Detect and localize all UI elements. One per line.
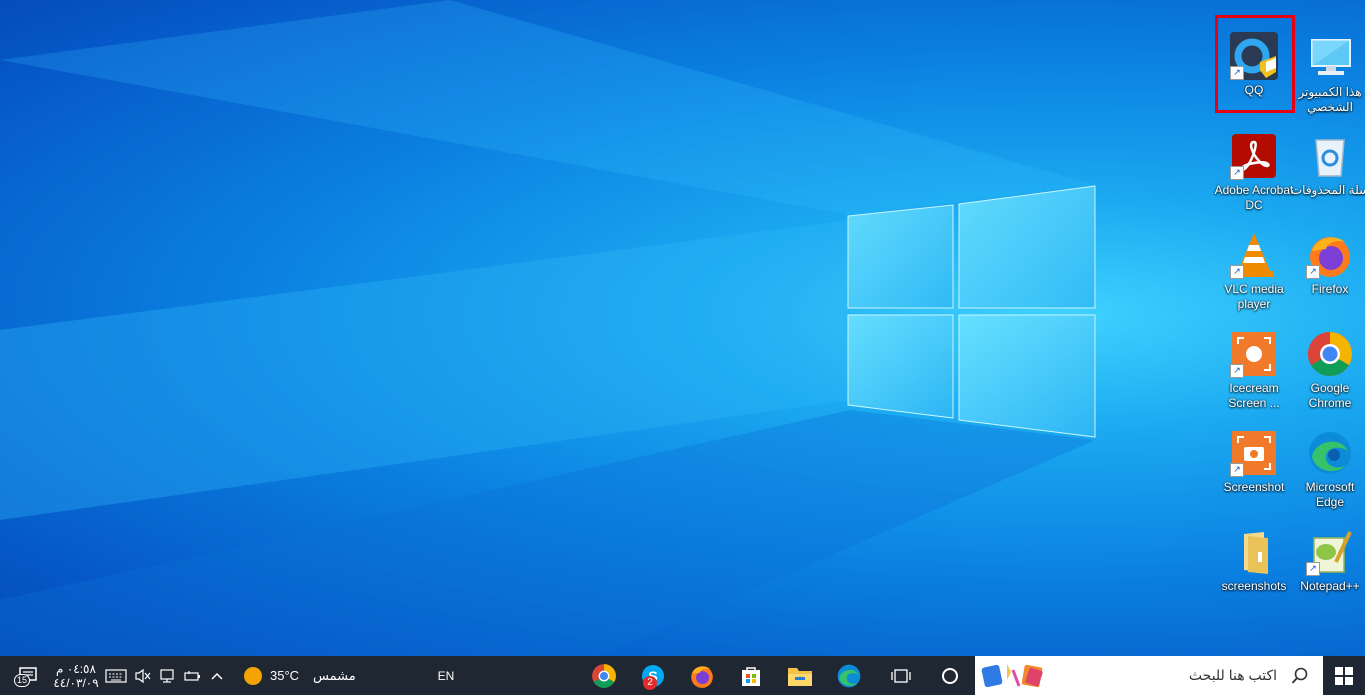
desktop-icon-screenshots-folder[interactable]: screenshots bbox=[1218, 526, 1290, 616]
desktop-icon-label: screenshots bbox=[1221, 579, 1287, 593]
search-placeholder: اكتب هنا للبحث bbox=[1188, 667, 1277, 683]
desktop-icon-google-chrome[interactable]: Google Chrome bbox=[1294, 328, 1365, 418]
shortcut-arrow-icon: ↗ bbox=[1230, 166, 1244, 180]
power-icon bbox=[184, 670, 200, 681]
shortcut-arrow-icon: ↗ bbox=[1230, 265, 1244, 279]
skype-badge: 2 bbox=[643, 676, 657, 690]
search-box[interactable]: اكتب هنا للبحث bbox=[975, 656, 1323, 695]
desktop-icon-label: Google Chrome bbox=[1308, 381, 1352, 410]
shortcut-arrow-icon: ↗ bbox=[1306, 265, 1320, 279]
show-hidden-icons-button[interactable] bbox=[206, 656, 228, 695]
notification-count: 15 bbox=[14, 674, 31, 687]
cortana-circle-icon bbox=[942, 667, 958, 684]
desktop-icon-label: Microsoft Edge bbox=[1305, 480, 1355, 509]
chrome-icon bbox=[592, 663, 616, 688]
clock[interactable]: ٠٤:٥٨ م ٤٤/٠٣/٠٩ bbox=[48, 656, 104, 695]
chrome-icon bbox=[1306, 330, 1354, 378]
network-button[interactable] bbox=[157, 656, 179, 695]
volume-button[interactable] bbox=[132, 656, 154, 695]
vlc-cone-icon: ↗ bbox=[1230, 231, 1278, 279]
desktop-icon-label: Screenshot bbox=[1223, 480, 1285, 494]
windows-logo-icon bbox=[1335, 666, 1353, 685]
desktop-icon-label: Firefox bbox=[1311, 282, 1349, 296]
chevron-up-icon bbox=[211, 672, 223, 680]
search-highlight-illustration-icon bbox=[981, 664, 1043, 688]
input-language-button[interactable]: EN bbox=[432, 656, 460, 695]
firefox-icon: ↗ bbox=[1306, 231, 1354, 279]
taskbar: 15 ٠٤:٥٨ م ٤٤/٠٣/٠٩ 35°C مشمس EN S 2 اكت… bbox=[0, 656, 1365, 695]
icecream-recorder-icon: ↗ bbox=[1230, 330, 1278, 378]
notepad-plus-plus-icon: ↗ bbox=[1306, 528, 1354, 576]
desktop-icon-label: Adobe Acrobat DC bbox=[1214, 183, 1294, 212]
taskbar-edge[interactable] bbox=[825, 656, 873, 695]
taskbar-skype[interactable]: S 2 bbox=[629, 656, 677, 695]
taskbar-firefox[interactable] bbox=[678, 656, 726, 695]
taskbar-file-explorer[interactable] bbox=[776, 656, 824, 695]
sun-icon bbox=[244, 666, 262, 685]
firefox-icon bbox=[691, 665, 713, 688]
computer-icon bbox=[1306, 34, 1354, 82]
recycle-bin-icon bbox=[1306, 132, 1354, 180]
network-icon bbox=[160, 668, 174, 683]
windows-logo-wallpaper bbox=[0, 0, 1096, 656]
desktop-icon-screenshot[interactable]: ↗ Screenshot bbox=[1218, 427, 1290, 517]
folder-icon bbox=[1230, 528, 1278, 576]
folder-icon bbox=[788, 667, 812, 686]
shortcut-arrow-icon: ↗ bbox=[1230, 463, 1244, 477]
taskbar-chrome[interactable] bbox=[580, 656, 628, 695]
cortana-button[interactable] bbox=[927, 656, 973, 695]
taskbar-microsoft-store[interactable] bbox=[727, 656, 775, 695]
language-indicator: EN bbox=[437, 668, 455, 683]
search-icon bbox=[1291, 667, 1308, 684]
shortcut-arrow-icon: ↗ bbox=[1230, 364, 1244, 378]
volume-muted-icon bbox=[135, 668, 151, 683]
screenshot-camera-icon: ↗ bbox=[1230, 429, 1278, 477]
desktop-icon-icecream-screen[interactable]: ↗ Icecream Screen ... bbox=[1218, 328, 1290, 418]
action-center-button[interactable]: 15 bbox=[10, 656, 46, 695]
desktop-icon-label: Notepad++ bbox=[1300, 579, 1360, 593]
clock-date: ٤٤/٠٣/٠٩ bbox=[53, 675, 99, 690]
acrobat-icon: ↗ bbox=[1230, 132, 1278, 180]
weather-widget[interactable]: 35°C مشمس bbox=[238, 656, 363, 695]
store-icon bbox=[742, 666, 760, 686]
touch-keyboard-button[interactable] bbox=[104, 656, 128, 695]
start-button[interactable] bbox=[1323, 656, 1365, 695]
desktop-icon-firefox[interactable]: ↗ Firefox bbox=[1294, 229, 1365, 319]
clock-time: ٠٤:٥٨ م bbox=[56, 661, 96, 676]
task-view-button[interactable] bbox=[878, 656, 924, 695]
qq-highlight-box bbox=[1215, 15, 1295, 113]
keyboard-icon bbox=[105, 668, 127, 683]
desktop-icon-this-pc[interactable]: هذا الكمبيوتر الشخصي bbox=[1294, 32, 1365, 122]
desktop-icon-microsoft-edge[interactable]: Microsoft Edge bbox=[1294, 427, 1365, 517]
desktop-icon-label: Icecream Screen ... bbox=[1228, 381, 1280, 410]
weather-condition: مشمس bbox=[313, 667, 356, 683]
weather-temperature: 35°C bbox=[270, 668, 300, 683]
desktop-icon-notepad-plus-plus[interactable]: ↗ Notepad++ bbox=[1294, 526, 1365, 616]
desktop-icon-label: هذا الكمبيوتر الشخصي bbox=[1298, 85, 1362, 114]
desktop-icon-label: VLC media player bbox=[1224, 282, 1284, 311]
shortcut-arrow-icon: ↗ bbox=[1306, 562, 1320, 576]
desktop[interactable]: ↗ QQ هذا الكمبيوتر الشخصي ↗ Adobe Acroba… bbox=[0, 0, 1365, 656]
desktop-icon-adobe-acrobat[interactable]: ↗ Adobe Acrobat DC bbox=[1215, 130, 1293, 220]
desktop-icon-vlc[interactable]: ↗ VLC media player bbox=[1218, 229, 1290, 319]
task-view-icon bbox=[891, 668, 911, 683]
edge-icon bbox=[1306, 429, 1354, 477]
battery-button[interactable] bbox=[181, 656, 203, 695]
desktop-icon-recycle-bin[interactable]: سلة المحذوفات bbox=[1291, 130, 1365, 220]
edge-icon bbox=[837, 664, 861, 687]
desktop-icon-label: سلة المحذوفات bbox=[1290, 183, 1365, 197]
